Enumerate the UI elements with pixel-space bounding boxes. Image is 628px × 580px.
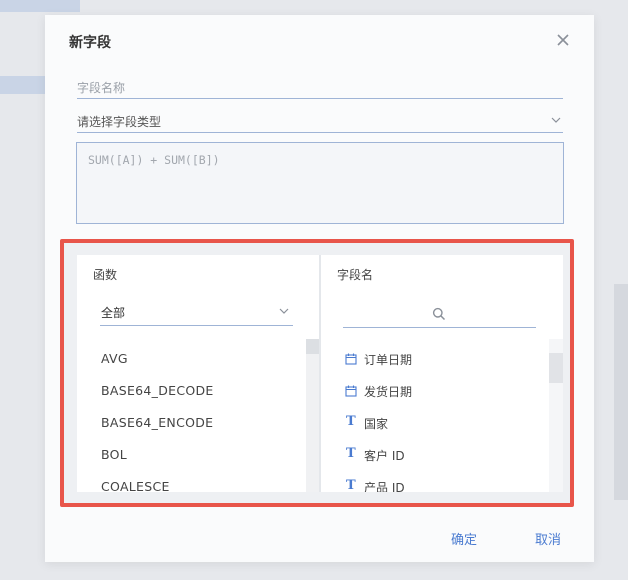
formula-placeholder: SUM([A]) + SUM([B]) xyxy=(88,153,220,167)
dialog-title: 新字段 xyxy=(69,35,111,51)
fields-panel-title: 字段名 xyxy=(337,268,374,282)
formula-editor[interactable]: SUM([A]) + SUM([B]) xyxy=(76,142,564,224)
confirm-button[interactable]: 确定 xyxy=(451,529,477,548)
function-item[interactable]: AVG xyxy=(101,351,128,366)
function-item[interactable]: COALESCE xyxy=(101,479,170,492)
text-type-icon: T xyxy=(346,446,356,461)
chevron-down-icon xyxy=(551,117,561,123)
field-name-input[interactable] xyxy=(77,78,563,99)
background-chip xyxy=(0,76,46,94)
fields-scrollbar-thumb[interactable] xyxy=(549,353,563,383)
field-type-select[interactable]: 请选择字段类型 xyxy=(77,112,563,133)
function-item[interactable]: BOL xyxy=(101,447,127,462)
background-chip xyxy=(0,0,80,12)
field-search-input[interactable] xyxy=(343,302,536,328)
field-label: 订单日期 xyxy=(364,353,413,367)
cancel-button[interactable]: 取消 xyxy=(535,529,561,548)
field-type-placeholder: 请选择字段类型 xyxy=(77,115,162,129)
function-category-value: 全部 xyxy=(101,306,126,320)
function-item[interactable]: BASE64_ENCODE xyxy=(101,415,213,430)
search-icon xyxy=(432,307,446,321)
functions-panel: 函数 全部 AVG BASE64_DECODE BASE64_ENCODE BO… xyxy=(77,255,319,492)
function-item[interactable]: BASE64_DECODE xyxy=(101,383,214,398)
field-label: 产品 ID xyxy=(364,481,405,492)
chevron-down-icon xyxy=(279,308,289,314)
text-type-icon: T xyxy=(346,478,356,492)
calendar-icon xyxy=(345,385,357,397)
functions-scrollbar-thumb[interactable] xyxy=(306,339,319,354)
close-icon[interactable] xyxy=(554,31,572,49)
fields-panel: 字段名 订单日期 发货日期 T 国家 T 客户 ID T 产品 ID xyxy=(321,255,563,492)
function-category-select[interactable]: 全部 xyxy=(100,302,293,326)
field-label: 客户 ID xyxy=(364,449,405,463)
calendar-icon xyxy=(345,353,357,365)
new-field-dialog: 新字段 请选择字段类型 SUM([A]) + SUM([B]) 函数 全部 AV… xyxy=(45,15,594,562)
functions-scrollbar[interactable] xyxy=(306,339,319,492)
field-label: 国家 xyxy=(364,417,389,431)
functions-panel-title: 函数 xyxy=(93,268,118,282)
background-panel xyxy=(614,284,628,500)
field-label: 发货日期 xyxy=(364,385,413,399)
text-type-icon: T xyxy=(346,414,356,429)
